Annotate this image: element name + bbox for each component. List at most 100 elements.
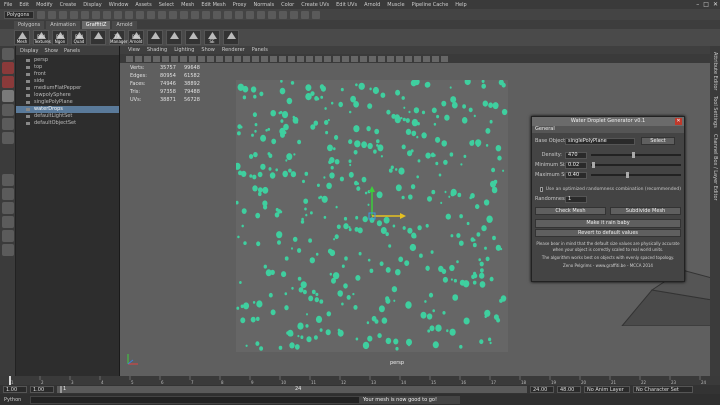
- viewport-tool-icon[interactable]: [306, 55, 313, 62]
- status-tool-icon[interactable]: [125, 10, 133, 19]
- menu-muscle[interactable]: Muscle: [387, 2, 404, 8]
- subdivide-mesh-button[interactable]: Subdivide Mesh: [610, 207, 681, 215]
- status-tool-icon[interactable]: [213, 10, 221, 19]
- anim-layer-dropdown[interactable]: No Anim Layer: [584, 386, 630, 393]
- outliner-item[interactable]: defaultObjectSet: [16, 120, 119, 127]
- optimized-checkbox[interactable]: [540, 186, 543, 192]
- scale-tool-icon[interactable]: [2, 118, 14, 130]
- layout-outliner-icon[interactable]: [2, 216, 14, 228]
- move-tool-icon[interactable]: [2, 90, 14, 102]
- status-tool-icon[interactable]: [224, 10, 232, 19]
- layout-hypershade-icon[interactable]: [2, 244, 14, 256]
- dock-tab[interactable]: Channel Box / Layer Editor: [712, 134, 718, 201]
- outliner-item[interactable]: lowpolySphere: [16, 92, 119, 99]
- viewport-tool-icon[interactable]: [207, 55, 214, 62]
- command-input[interactable]: [30, 395, 360, 404]
- minimize-icon[interactable]: –: [696, 1, 699, 8]
- status-tool-icon[interactable]: [114, 10, 122, 19]
- menu-create[interactable]: Create: [60, 2, 77, 8]
- viewport-tool-icon[interactable]: [369, 55, 376, 62]
- menu-normals[interactable]: Normals: [253, 2, 274, 8]
- viewport-tool-icon[interactable]: [288, 55, 295, 62]
- paint-select-icon[interactable]: [2, 76, 14, 88]
- viewport-tool-icon[interactable]: [441, 55, 448, 62]
- density-slider[interactable]: [591, 152, 681, 158]
- viewport-tool-icon[interactable]: [261, 55, 268, 62]
- rotate-tool-icon[interactable]: [2, 104, 14, 116]
- current-time-marker[interactable]: [9, 376, 11, 385]
- playback-end-field[interactable]: 24.00: [530, 386, 554, 393]
- viewport-tool-icon[interactable]: [180, 55, 187, 62]
- status-tool-icon[interactable]: [246, 10, 254, 19]
- density-slider-knob[interactable]: [632, 152, 636, 158]
- status-tool-icon[interactable]: [257, 10, 265, 19]
- min-size-slider-knob[interactable]: [591, 162, 595, 168]
- shelf-button[interactable]: Rnd Arnold: [128, 30, 144, 45]
- menu-set-dropdown[interactable]: Polygons: [4, 10, 34, 19]
- shelf-button[interactable]: SE: [204, 30, 220, 45]
- x-axis-arrow[interactable]: [400, 213, 406, 219]
- shelf-button[interactable]: Rnd Ngon: [52, 30, 68, 45]
- status-tool-icon[interactable]: [147, 10, 155, 19]
- dock-tab[interactable]: Tool Settings: [712, 96, 718, 128]
- y-axis-arrow[interactable]: [369, 186, 375, 192]
- menu-edit[interactable]: Edit: [19, 2, 29, 8]
- status-tool-icon[interactable]: [59, 10, 67, 19]
- lasso-tool-icon[interactable]: [2, 62, 14, 74]
- viewport-tool-icon[interactable]: [342, 55, 349, 62]
- viewport-tool-icon[interactable]: [333, 55, 340, 62]
- viewport-tool-icon[interactable]: [162, 55, 169, 62]
- status-tool-icon[interactable]: [158, 10, 166, 19]
- menu-window[interactable]: Window: [109, 2, 129, 8]
- menu-file[interactable]: File: [4, 2, 12, 8]
- range-handle[interactable]: [60, 386, 62, 393]
- viewport-tool-icon[interactable]: [216, 55, 223, 62]
- shelf-tab-polygons[interactable]: Polygons: [14, 21, 45, 29]
- menu-create-uvs[interactable]: Create UVs: [301, 2, 329, 8]
- viewport-tool-icon[interactable]: [135, 55, 142, 62]
- playback-start-field[interactable]: 1.00: [30, 386, 54, 393]
- menu-mesh[interactable]: Mesh: [181, 2, 194, 8]
- viewport-tool-icon[interactable]: [315, 55, 322, 62]
- shelf-button[interactable]: Rnd Quad: [71, 30, 87, 45]
- select-tool-icon[interactable]: [2, 48, 14, 60]
- viewport-tool-icon[interactable]: [423, 55, 430, 62]
- menu-edit-mesh[interactable]: Edit Mesh: [201, 2, 225, 8]
- menu-select[interactable]: Select: [159, 2, 174, 8]
- outliner-item[interactable]: defaultLightSet: [16, 113, 119, 120]
- layout-four-icon[interactable]: [2, 188, 14, 200]
- revert-defaults-button[interactable]: Revert to default values: [535, 229, 681, 237]
- viewport-menu-show[interactable]: Show: [201, 47, 215, 53]
- shelf-button[interactable]: Rnd Textures: [33, 30, 51, 45]
- make-it-rain-button[interactable]: Make it rain baby: [535, 218, 681, 228]
- outliner-item[interactable]: singlePolyPlane: [16, 99, 119, 106]
- viewport-menu-renderer[interactable]: Renderer: [222, 47, 245, 53]
- range-bar[interactable]: 1 24: [57, 386, 527, 393]
- check-mesh-button[interactable]: Check Mesh: [535, 207, 606, 215]
- viewport-tool-icon[interactable]: [252, 55, 259, 62]
- shelf-button[interactable]: Mesh: [14, 30, 30, 45]
- status-tool-icon[interactable]: [180, 10, 188, 19]
- menu-display[interactable]: Display: [83, 2, 101, 8]
- section-header[interactable]: General: [532, 126, 684, 133]
- outliner-menu-display[interactable]: Display: [20, 48, 38, 54]
- viewport-menu-lighting[interactable]: Lighting: [174, 47, 194, 53]
- outliner-item[interactable]: waterDrops: [16, 106, 119, 113]
- viewport-tool-icon[interactable]: [171, 55, 178, 62]
- outliner-item[interactable]: mediumFlatPepper: [16, 85, 119, 92]
- viewport-tool-icon[interactable]: [432, 55, 439, 62]
- outliner-item[interactable]: side: [16, 78, 119, 85]
- last-tool-icon[interactable]: [2, 132, 14, 144]
- shelf-tab-arnold[interactable]: Arnold: [112, 21, 137, 29]
- outliner-menu-panels[interactable]: Panels: [64, 48, 80, 54]
- status-tool-icon[interactable]: [235, 10, 243, 19]
- shelf-tab-graffitiz[interactable]: GraffitiZ: [81, 21, 111, 29]
- viewport-tool-icon[interactable]: [279, 55, 286, 62]
- viewport-tool-icon[interactable]: [414, 55, 421, 62]
- viewport-tool-icon[interactable]: [234, 55, 241, 62]
- menu-pipeline-cache[interactable]: Pipeline Cache: [412, 2, 449, 8]
- layout-graph-icon[interactable]: [2, 230, 14, 242]
- viewport-tool-icon[interactable]: [189, 55, 196, 62]
- shelf-button[interactable]: [185, 30, 201, 45]
- base-object-field[interactable]: singlePolyPlane: [565, 137, 635, 145]
